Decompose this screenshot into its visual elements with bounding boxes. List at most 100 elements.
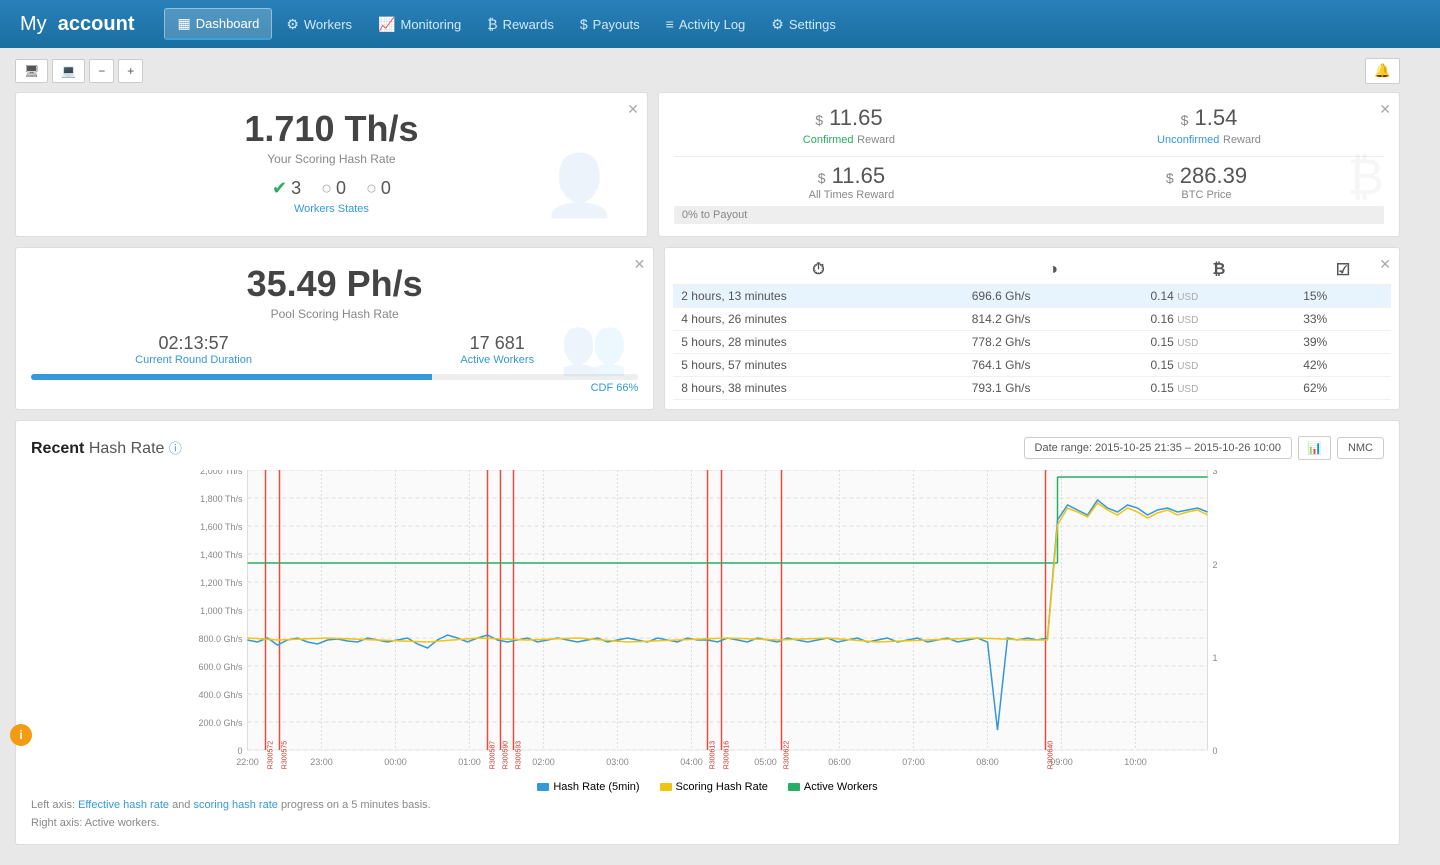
nav-activity-log[interactable]: ≡ Activity Log	[654, 8, 758, 40]
plus-button[interactable]: +	[118, 59, 143, 83]
pool-stats: 02:13:57 Current Round Duration 17 681 A…	[31, 333, 638, 366]
info-badge[interactable]: i	[10, 724, 32, 746]
pool-close[interactable]: ✕	[634, 256, 646, 273]
svg-text:R300622: R300622	[784, 741, 791, 770]
table-row: 8 hours, 38 minutes 793.1 Gh/s 0.15 USD …	[673, 377, 1391, 400]
btc-watermark-icon: ₿	[1347, 148, 1384, 206]
desktop-button[interactable]: 💻	[52, 59, 85, 83]
effective-hash-rate-link[interactable]: Effective hash rate	[78, 799, 169, 811]
title-my: My	[20, 13, 47, 35]
col-hashrate: ◑	[964, 256, 1143, 285]
svg-text:2: 2	[1213, 560, 1218, 570]
svg-text:600.0 Gh/s: 600.0 Gh/s	[198, 662, 243, 672]
round-duration: 02:13:57 Current Round Duration	[135, 333, 252, 366]
svg-text:R300587: R300587	[490, 741, 497, 770]
nav-monitoring[interactable]: 📈 Monitoring	[366, 8, 473, 40]
date-range-button[interactable]: Date range: 2015-10-25 21:35 – 2015-10-2…	[1024, 437, 1292, 459]
minus-button[interactable]: −	[89, 59, 114, 83]
pool-hashrate-value: 35.49 Ph/s	[31, 263, 638, 305]
bell-button[interactable]: 🔔	[1365, 58, 1400, 84]
payout-text: 0% to Payout	[682, 209, 747, 221]
chart-header: Recent Hash Rate ⓘ Date range: 2015-10-2…	[31, 436, 1384, 460]
nav-workers[interactable]: ⚙ Workers	[274, 8, 364, 40]
hashrate-close[interactable]: ✕	[627, 101, 639, 118]
svg-text:0: 0	[1213, 746, 1218, 756]
payout-bar: 0% to Payout	[674, 206, 1384, 224]
alltimes-amount: $ 11.65	[674, 163, 1029, 189]
cell-hashrate: 778.2 Gh/s	[964, 331, 1143, 354]
payouts-icon: $	[580, 16, 588, 32]
widget-row-2: ✕ 35.49 Ph/s Pool Scoring Hash Rate 02:1…	[15, 247, 1400, 410]
title-account: account	[58, 13, 135, 35]
chart-info-icon[interactable]: ⓘ	[169, 441, 182, 456]
cell-time: 4 hours, 26 minutes	[673, 308, 963, 331]
nav-payouts[interactable]: $ Payouts	[568, 8, 652, 40]
nav-rewards[interactable]: ₿ Rewards	[475, 8, 566, 40]
cell-pct: 15%	[1295, 285, 1391, 308]
cell-time: 2 hours, 13 minutes	[673, 285, 963, 308]
svg-text:1,600 Th/s: 1,600 Th/s	[200, 522, 243, 532]
chart-type-button[interactable]: 📊	[1298, 436, 1331, 460]
cell-hashrate: 764.1 Gh/s	[964, 354, 1143, 377]
header: My account ▦ Dashboard ⚙ Workers 📈 Monit…	[0, 0, 1440, 48]
data-table: ⏱ ◑ ₿ ☑ 2 hours, 13 minutes 696.6 Gh/s 0…	[673, 256, 1391, 400]
scoring-hash-rate-link[interactable]: scoring hash rate	[193, 799, 277, 811]
worker-inactive1-count: 0	[336, 178, 346, 199]
table-close[interactable]: ✕	[1379, 256, 1391, 273]
person-ghost-icon: 👤	[542, 150, 617, 221]
svg-text:1,200 Th/s: 1,200 Th/s	[200, 578, 243, 588]
btc-price-label: BTC Price	[1029, 189, 1384, 201]
cell-time: 8 hours, 38 minutes	[673, 377, 963, 400]
alltimes-label: All Times Reward	[674, 189, 1029, 201]
table-row: 5 hours, 57 minutes 764.1 Gh/s 0.15 USD …	[673, 354, 1391, 377]
check-circle-icon: ✔	[272, 178, 287, 199]
svg-text:R300590: R300590	[503, 741, 510, 770]
svg-text:R300572: R300572	[268, 741, 275, 770]
svg-text:3: 3	[1213, 470, 1218, 476]
chart-note-right: Right axis: Active workers.	[31, 817, 1384, 829]
table-body: 2 hours, 13 minutes 696.6 Gh/s 0.14 USD …	[673, 285, 1391, 400]
circle-icon-2: ○	[366, 178, 377, 199]
cell-hashrate: 814.2 Gh/s	[964, 308, 1143, 331]
confirmed-label: Confirmed Reward	[674, 131, 1024, 146]
nav-settings[interactable]: ⚙ Settings	[759, 8, 848, 40]
col-pct: ☑	[1295, 256, 1391, 285]
chart-title-hashrate: Hash Rate	[89, 440, 165, 457]
confirmed-amount: $ 11.65	[674, 105, 1024, 131]
cell-pct: 42%	[1295, 354, 1391, 377]
reward-grid: $ 11.65 Confirmed Reward $ 1.54 Unconfir…	[674, 105, 1384, 146]
cell-value: 0.15 USD	[1143, 377, 1296, 400]
unconfirmed-reward: $ 1.54 Unconfirmed Reward	[1034, 105, 1384, 146]
table-row: 5 hours, 28 minutes 778.2 Gh/s 0.15 USD …	[673, 331, 1391, 354]
activity-log-icon: ≡	[666, 16, 674, 32]
reward-close[interactable]: ✕	[1379, 101, 1391, 118]
widget-row-1: ✕ 1.710 Th/s Your Scoring Hash Rate ✔ 3 …	[15, 92, 1400, 237]
legend-workers: Active Workers	[788, 781, 878, 793]
reward-alltimes: $ 11.65 All Times Reward $ 286.39 BTC Pr…	[674, 163, 1384, 201]
nav-dashboard[interactable]: ▦ Dashboard	[164, 8, 272, 40]
chart-title-recent: Recent	[31, 440, 84, 457]
worker-active-count: 3	[291, 178, 301, 199]
cdf-bar	[31, 374, 638, 380]
monitor-button[interactable]: 🖥	[15, 59, 48, 83]
table-widget: ✕ ⏱ ◑ ₿ ☑ 2 hours, 13 minutes 696.6 Gh/s…	[664, 247, 1400, 410]
chart-note-left: Left axis: Effective hash rate and scori…	[31, 799, 1384, 811]
toolbar-left: 🖥 💻 − +	[15, 59, 143, 83]
nmc-button[interactable]: NMC	[1337, 437, 1384, 459]
active-workers-label: Active Workers	[460, 354, 534, 366]
main-nav: ▦ Dashboard ⚙ Workers 📈 Monitoring ₿ Rew…	[164, 8, 847, 40]
chart-container: 2,000 Th/s 1,800 Th/s 1,600 Th/s 1,400 T…	[31, 470, 1384, 773]
legend-scoring: Scoring Hash Rate	[660, 781, 768, 793]
unconfirmed-amount: $ 1.54	[1034, 105, 1384, 131]
legend-dot-blue	[537, 783, 549, 791]
cell-time: 5 hours, 28 minutes	[673, 331, 963, 354]
unconfirmed-label: Unconfirmed Reward	[1034, 131, 1384, 146]
active-workers: 17 681 Active Workers	[460, 333, 534, 366]
monitoring-icon: 📈	[378, 16, 395, 33]
reward-widget: ✕ $ 11.65 Confirmed Reward $ 1.54	[658, 92, 1400, 237]
legend-hashrate: Hash Rate (5min)	[537, 781, 639, 793]
btc-price-item: $ 286.39 BTC Price	[1029, 163, 1384, 201]
svg-text:R300616: R300616	[724, 741, 731, 770]
cell-hashrate: 793.1 Gh/s	[964, 377, 1143, 400]
svg-text:200.0 Gh/s: 200.0 Gh/s	[198, 718, 243, 728]
